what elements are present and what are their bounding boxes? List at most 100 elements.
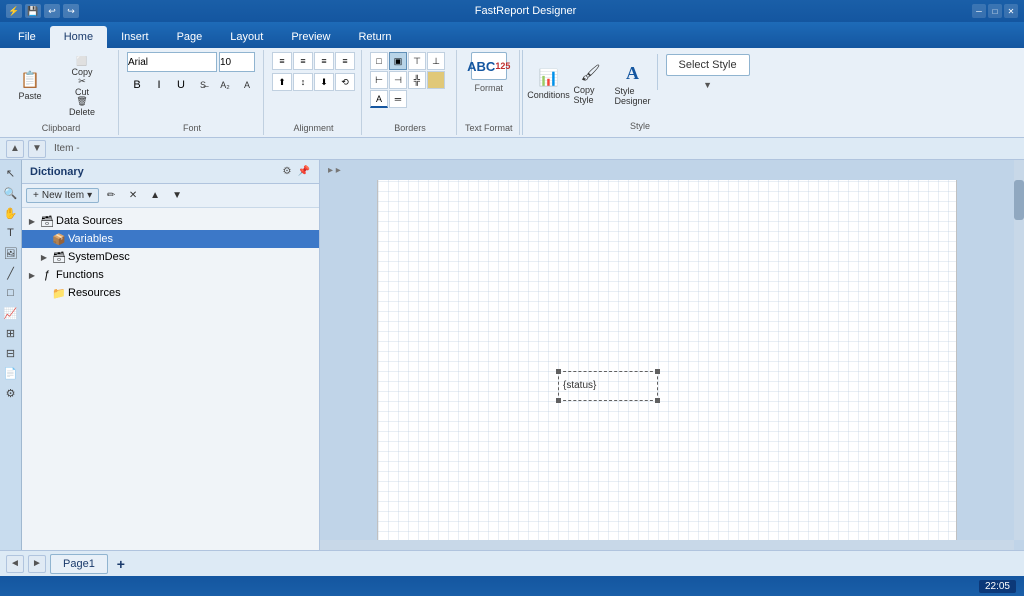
new-item-button[interactable]: + New Item ▾: [26, 188, 99, 203]
hand-tool[interactable]: ✋: [2, 204, 20, 222]
image-tool[interactable]: 🖼: [2, 244, 20, 262]
border-box-button[interactable]: ▣: [389, 52, 407, 70]
copy-style-button[interactable]: 🖌 Copy Style: [573, 54, 609, 114]
align-wrap-button[interactable]: ⟲: [335, 73, 355, 91]
align-bottom-button[interactable]: ⬇: [314, 73, 334, 91]
chart-tool[interactable]: 📈: [2, 304, 20, 322]
delete-button[interactable]: 🗑 Delete: [52, 98, 112, 116]
expand-variables[interactable]: [38, 233, 50, 245]
text-tool[interactable]: T: [2, 224, 20, 242]
tab-home[interactable]: Home: [50, 26, 107, 48]
table-tool[interactable]: ⊟: [2, 344, 20, 362]
handle-tr[interactable]: [655, 369, 660, 374]
paste-button[interactable]: 📋 Paste: [10, 57, 50, 117]
border-width-button[interactable]: ═: [389, 90, 407, 108]
align-left-button[interactable]: ≡: [272, 52, 292, 70]
align-right-button[interactable]: ≡: [314, 52, 334, 70]
resources-label: Resources: [68, 287, 121, 299]
expand-datasources[interactable]: ▶: [26, 215, 38, 227]
tab-layout[interactable]: Layout: [216, 26, 277, 48]
close-button[interactable]: ✕: [1004, 4, 1018, 18]
bottom-scrollbar[interactable]: [320, 540, 1014, 550]
tree-item-systemdesc[interactable]: ▶ 🗃 SystemDesc: [22, 248, 319, 266]
expand-systemdesc[interactable]: ▶: [38, 251, 50, 263]
font-family-input[interactable]: [127, 52, 217, 72]
line-tool[interactable]: ╱: [2, 264, 20, 282]
scroll-up-button[interactable]: ▲: [6, 140, 24, 158]
conditions-button[interactable]: 📊 Conditions: [531, 54, 567, 114]
font-size-input[interactable]: [219, 52, 255, 72]
tab-preview[interactable]: Preview: [277, 26, 344, 48]
subreport-tool[interactable]: 📄: [2, 364, 20, 382]
move-down-button[interactable]: ▼: [167, 187, 187, 205]
scrollbar-thumb[interactable]: [1014, 180, 1024, 220]
new-item-dropdown[interactable]: ▾: [87, 190, 92, 201]
tree-item-variables[interactable]: 📦 Variables: [22, 230, 319, 248]
vert-align-group: ⬆ ↕ ⬇ ⟲: [272, 73, 355, 91]
report-page[interactable]: {status}: [377, 180, 957, 540]
bold-button[interactable]: B: [127, 75, 147, 95]
save-icon[interactable]: 💾: [25, 4, 41, 18]
report-grid: [378, 180, 956, 540]
edit-item-button[interactable]: ✏: [101, 187, 121, 205]
align-middle-button[interactable]: ↕: [293, 73, 313, 91]
border-left-button[interactable]: ⊢: [370, 71, 388, 89]
maximize-button[interactable]: □: [988, 4, 1002, 18]
textformat-group: ABC125 Format Text Format: [459, 50, 520, 135]
border-inside-button[interactable]: ╬: [408, 71, 426, 89]
border-fill-button[interactable]: [427, 71, 445, 89]
expand-functions[interactable]: ▶: [26, 269, 38, 281]
pointer-tool[interactable]: ↖: [2, 164, 20, 182]
page-prev-button[interactable]: ◄: [6, 555, 24, 573]
strikethrough-button[interactable]: S̶: [193, 76, 213, 94]
style-designer-button[interactable]: A Style Designer: [615, 54, 651, 114]
clipboard-label: Clipboard: [42, 123, 81, 133]
select-style-button[interactable]: Select Style: [666, 54, 750, 76]
redo-icon[interactable]: ↪: [63, 4, 79, 18]
barcode-tool[interactable]: ⊞: [2, 324, 20, 342]
shape-tool[interactable]: □: [2, 284, 20, 302]
title-bar-text: FastReport Designer: [83, 5, 968, 17]
undo-icon[interactable]: ↩: [44, 4, 60, 18]
expand-resources[interactable]: [38, 287, 50, 299]
align-center-button[interactable]: ≡: [293, 52, 313, 70]
move-up-button[interactable]: ▲: [145, 187, 165, 205]
align-top-button[interactable]: ⬆: [272, 73, 292, 91]
border-top-button[interactable]: ⊤: [408, 52, 426, 70]
panel-settings-button[interactable]: ⚙: [280, 165, 294, 179]
tab-return[interactable]: Return: [344, 26, 405, 48]
tab-file[interactable]: File: [4, 26, 50, 48]
border-bottom-button[interactable]: ⊥: [427, 52, 445, 70]
border-none-button[interactable]: □: [370, 52, 388, 70]
scroll-down-button[interactable]: ▼: [28, 140, 46, 158]
settings-tool[interactable]: ⚙: [2, 384, 20, 402]
copy-button[interactable]: ⬜ Copy: [52, 58, 112, 76]
font-label: Font: [183, 123, 201, 133]
report-selection[interactable]: {status}: [558, 371, 658, 401]
add-page-button[interactable]: +: [112, 555, 130, 573]
handle-tl[interactable]: [556, 369, 561, 374]
handle-bl[interactable]: [556, 398, 561, 403]
tree-item-datasources[interactable]: ▶ 🗃 Data Sources: [22, 212, 319, 230]
delete-item-button[interactable]: ✕: [123, 187, 143, 205]
right-scrollbar[interactable]: [1014, 160, 1024, 540]
border-color-button[interactable]: A: [370, 90, 388, 108]
minimize-button[interactable]: ─: [972, 4, 986, 18]
border-right-button[interactable]: ⊣: [389, 71, 407, 89]
handle-br[interactable]: [655, 398, 660, 403]
style-dropdown-arrow[interactable]: ▼: [666, 80, 750, 90]
tree-item-functions[interactable]: ▶ ƒ Functions: [22, 266, 319, 284]
tree-item-resources[interactable]: 📁 Resources: [22, 284, 319, 302]
underline-button[interactable]: U: [171, 75, 191, 95]
tab-insert[interactable]: Insert: [107, 26, 163, 48]
tab-page1[interactable]: Page1: [50, 554, 108, 574]
zoom-tool[interactable]: 🔍: [2, 184, 20, 202]
italic-button[interactable]: I: [149, 75, 169, 95]
align-justify-button[interactable]: ≡: [335, 52, 355, 70]
subscript-button[interactable]: A₂: [215, 76, 235, 94]
tab-page[interactable]: Page: [163, 26, 217, 48]
font-color-button[interactable]: A: [237, 76, 257, 94]
cut-button[interactable]: ✂ Cut: [52, 78, 112, 96]
panel-pin-button[interactable]: 📌: [297, 165, 311, 179]
page-next-button[interactable]: ►: [28, 555, 46, 573]
